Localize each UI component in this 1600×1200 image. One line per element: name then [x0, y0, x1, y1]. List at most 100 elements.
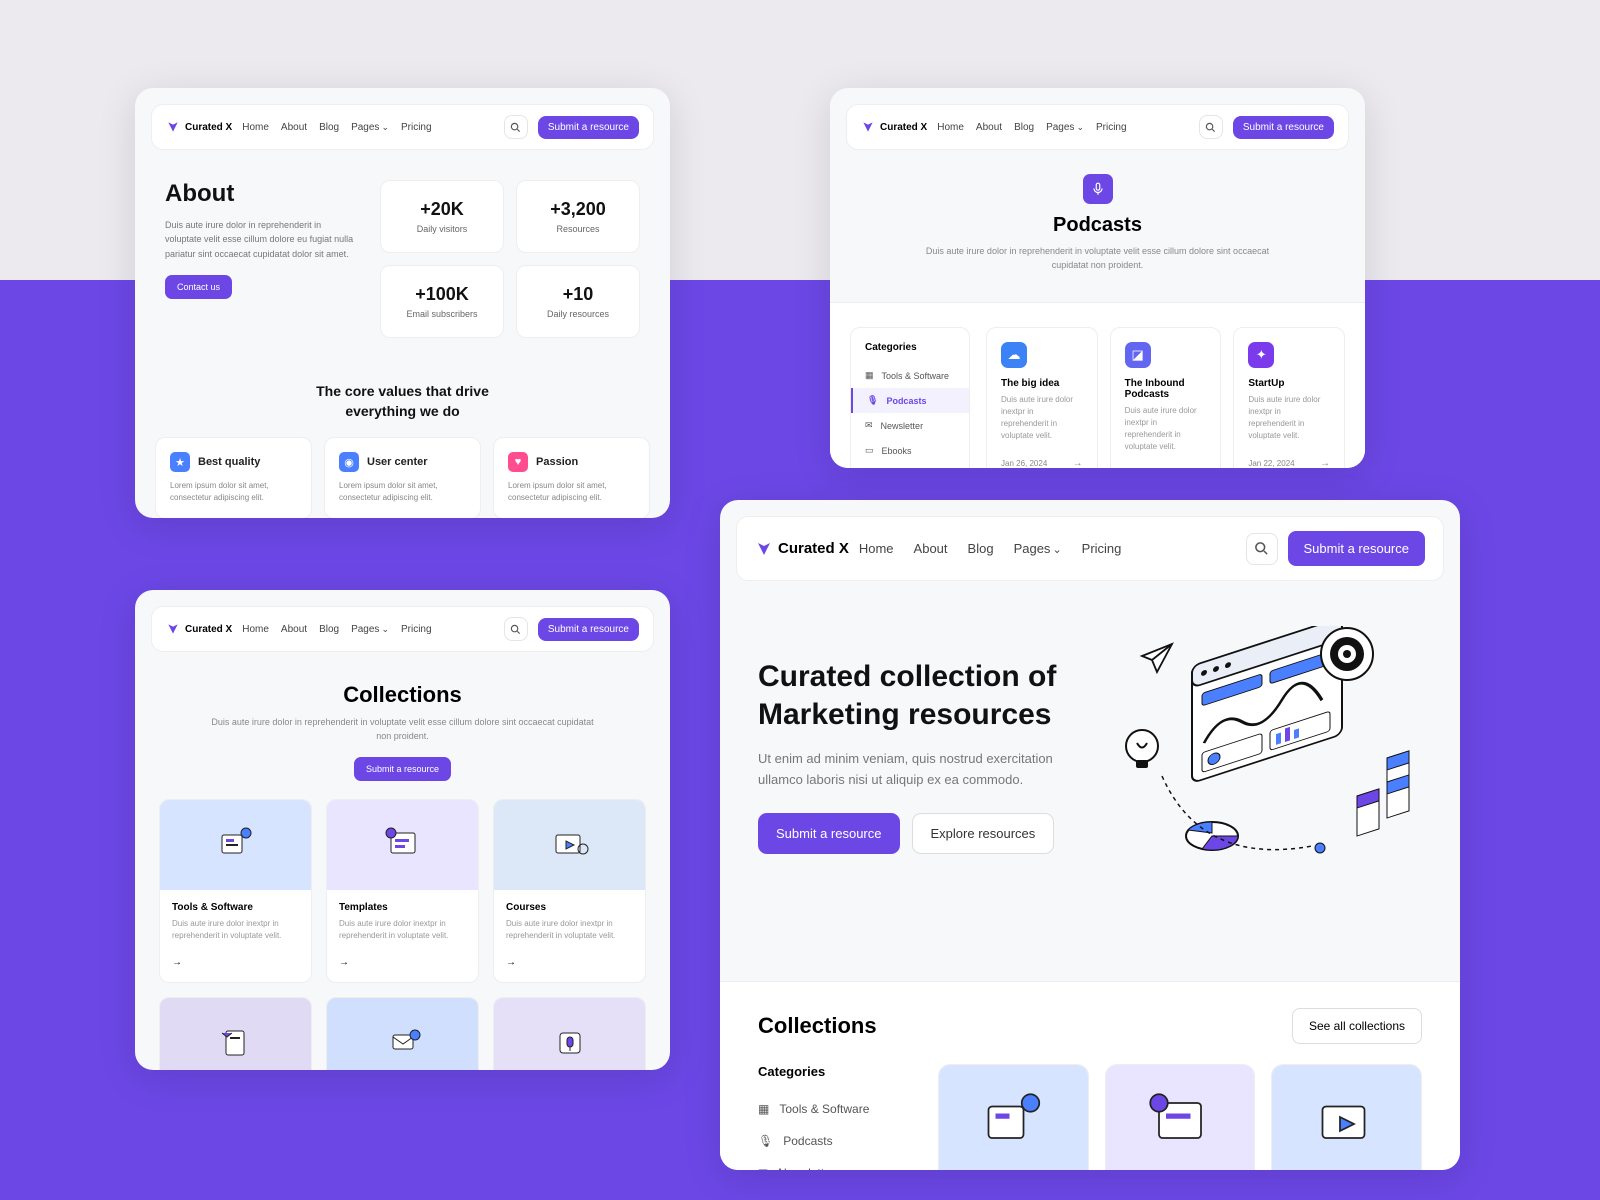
date: Jan 26, 2024 — [1001, 459, 1047, 468]
sidebar-item-templates[interactable]: ▤Templates — [851, 463, 969, 468]
categories-sidebar: Categories ▦Tools & Software 🎙Podcasts ✉… — [850, 327, 970, 468]
hero-desc: Ut enim ad minim veniam, quis nostrud ex… — [758, 749, 1072, 791]
search-button[interactable] — [504, 115, 528, 139]
sidebar-item-newsletter[interactable]: ✉Newsletter — [851, 413, 969, 438]
nav-home[interactable]: Home — [242, 624, 269, 635]
cloud-icon: ☁ — [1001, 342, 1027, 368]
grid-icon: ▦ — [758, 1102, 769, 1116]
hero-panel: Curated X Home About Blog Pages⌄ Pricing… — [720, 500, 1460, 1170]
illustration — [160, 800, 311, 890]
collection-card[interactable] — [1105, 1064, 1256, 1170]
navbar: Curated X Home About Blog Pages⌄ Pricing… — [736, 516, 1444, 581]
logo[interactable]: Curated X — [861, 120, 927, 134]
navbar: Curated X Home About Blog Pages⌄ Pricing… — [151, 606, 654, 652]
stat-card: +10Daily resources — [516, 265, 640, 338]
explore-resources-button[interactable]: Explore resources — [912, 813, 1055, 854]
sidebar-item-tools[interactable]: ▦Tools & Software — [758, 1093, 918, 1125]
contact-button[interactable]: Contact us — [165, 275, 232, 299]
logo[interactable]: Curated X — [755, 540, 849, 558]
nav-about[interactable]: About — [281, 122, 307, 133]
collection-card[interactable] — [493, 997, 646, 1070]
nav-blog[interactable]: Blog — [968, 541, 994, 556]
search-button[interactable] — [1246, 533, 1278, 565]
nav-pages[interactable]: Pages⌄ — [351, 122, 389, 133]
value-card: ★Best quality Lorem ipsum dolor sit amet… — [155, 437, 312, 518]
collection-card[interactable] — [938, 1064, 1089, 1170]
user-icon: ◉ — [339, 452, 359, 472]
sidebar-item-newsletter[interactable]: ✉Newsletter — [758, 1157, 918, 1170]
illustration — [160, 998, 311, 1070]
nav-blog[interactable]: Blog — [319, 624, 339, 635]
book-icon: ▭ — [865, 445, 874, 456]
collection-card[interactable] — [159, 997, 312, 1070]
about-panel: Curated X Home About Blog Pages⌄ Pricing… — [135, 88, 670, 518]
podcasts-heading: Podcasts — [910, 214, 1285, 237]
mic-icon: 🎙 — [758, 1134, 773, 1148]
nav-about[interactable]: About — [281, 624, 307, 635]
nav-pricing[interactable]: Pricing — [1096, 122, 1127, 133]
see-all-button[interactable]: See all collections — [1292, 1008, 1422, 1044]
collections-heading: Collections — [205, 682, 600, 708]
podcasts-desc: Duis aute irure dolor in reprehenderit i… — [910, 245, 1285, 272]
submit-resource-button[interactable]: Submit a resource — [354, 757, 451, 781]
nav-pages[interactable]: Pages⌄ — [1046, 122, 1084, 133]
sidebar-item-ebooks[interactable]: ▭Ebooks — [851, 438, 969, 463]
submit-resource-button[interactable]: Submit a resource — [1288, 531, 1426, 566]
nav-pages[interactable]: Pages⌄ — [1014, 541, 1062, 556]
nav-about[interactable]: About — [976, 122, 1002, 133]
app-icon: ✦ — [1248, 342, 1274, 368]
submit-resource-button[interactable]: Submit a resource — [758, 813, 900, 854]
sidebar-item-podcasts[interactable]: 🎙Podcasts — [758, 1125, 918, 1157]
sidebar-item-tools[interactable]: ▦Tools & Software — [851, 363, 969, 388]
illustration — [494, 998, 645, 1070]
grid-icon: ▦ — [865, 370, 874, 381]
about-desc: Duis aute irure dolor in reprehenderit i… — [165, 218, 360, 261]
nav-home[interactable]: Home — [859, 541, 894, 556]
collection-card[interactable] — [326, 997, 479, 1070]
stat-card: +20KDaily visitors — [380, 180, 504, 253]
nav-pricing[interactable]: Pricing — [1082, 541, 1122, 556]
mic-icon: 🎙 — [867, 395, 878, 406]
categories-title: Categories — [758, 1064, 918, 1079]
navbar: Curated X Home About Blog Pages⌄ Pricing… — [151, 104, 654, 150]
logo[interactable]: Curated X — [166, 622, 232, 636]
submit-resource-button[interactable]: Submit a resource — [1233, 116, 1334, 139]
core-values-heading: The core values that drive everything we… — [135, 382, 670, 421]
stat-card: +100KEmail subscribers — [380, 265, 504, 338]
mic-icon — [1083, 174, 1113, 204]
illustration — [327, 800, 478, 890]
stats-grid: +20KDaily visitors +3,200Resources +100K… — [380, 180, 640, 338]
arrow-icon: → — [1320, 458, 1330, 468]
podcast-card[interactable]: ◪ The Inbound PodcastsDuis aute irure do… — [1110, 327, 1222, 468]
nav-home[interactable]: Home — [937, 122, 964, 133]
nav-blog[interactable]: Blog — [1014, 122, 1034, 133]
nav-pricing[interactable]: Pricing — [401, 624, 432, 635]
search-button[interactable] — [1199, 115, 1223, 139]
podcast-card[interactable]: ✦ StartUpDuis aute irure dolor inextpr i… — [1233, 327, 1345, 468]
award-icon: ★ — [170, 452, 190, 472]
collection-card[interactable]: Tools & SoftwareDuis aute irure dolor in… — [159, 799, 312, 983]
collection-card[interactable]: CoursesDuis aute irure dolor inextpr in … — [493, 799, 646, 983]
sidebar-item-podcasts[interactable]: 🎙Podcasts — [851, 388, 969, 413]
nav-pricing[interactable]: Pricing — [401, 122, 432, 133]
podcast-card[interactable]: ☁ The big ideaDuis aute irure dolor inex… — [986, 327, 1098, 468]
nav-pages[interactable]: Pages⌄ — [351, 624, 389, 635]
collection-card[interactable]: TemplatesDuis aute irure dolor inextpr i… — [326, 799, 479, 983]
podcasts-panel: Curated X Home About Blog Pages⌄ Pricing… — [830, 88, 1365, 468]
submit-resource-button[interactable]: Submit a resource — [538, 618, 639, 641]
submit-resource-button[interactable]: Submit a resource — [538, 116, 639, 139]
collections-panel: Curated X Home About Blog Pages⌄ Pricing… — [135, 590, 670, 1070]
collection-card[interactable] — [1271, 1064, 1422, 1170]
nav-about[interactable]: About — [914, 541, 948, 556]
categories-sidebar: Categories ▦Tools & Software 🎙Podcasts ✉… — [758, 1064, 918, 1170]
nav-blog[interactable]: Blog — [319, 122, 339, 133]
hero-heading: Curated collection of Marketing resource… — [758, 658, 1072, 733]
heart-icon: ♥ — [508, 452, 528, 472]
illustration — [327, 998, 478, 1070]
nav-home[interactable]: Home — [242, 122, 269, 133]
stat-card: +3,200Resources — [516, 180, 640, 253]
mail-icon: ✉ — [758, 1166, 768, 1170]
search-button[interactable] — [504, 617, 528, 641]
logo[interactable]: Curated X — [166, 120, 232, 134]
value-card: ◉User center Lorem ipsum dolor sit amet,… — [324, 437, 481, 518]
